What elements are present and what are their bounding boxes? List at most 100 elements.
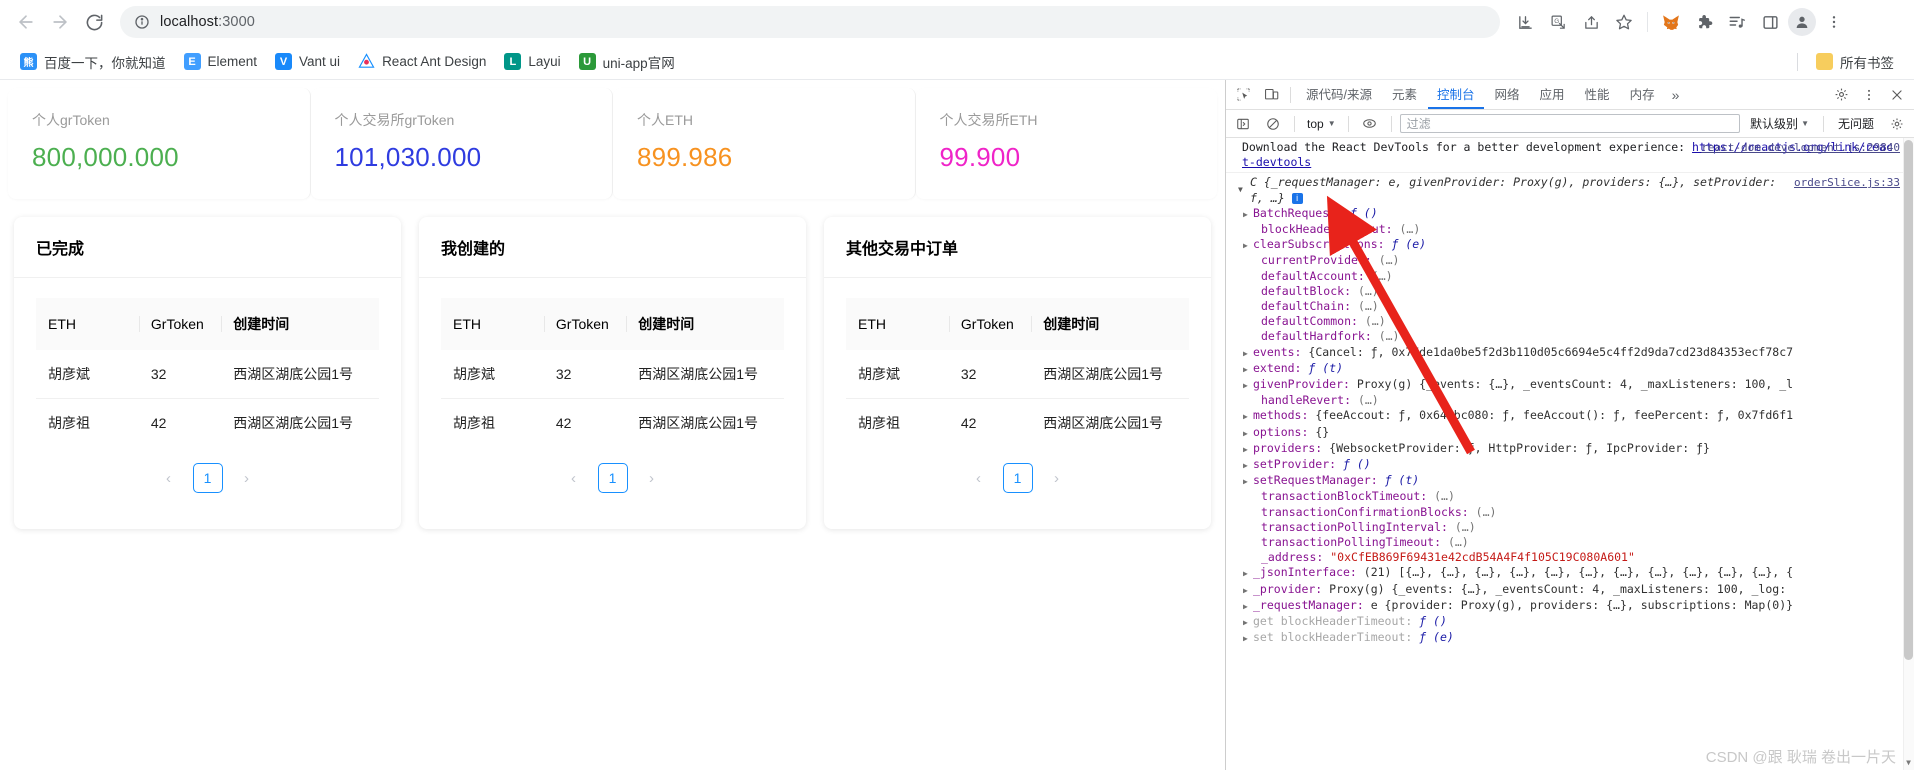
info-badge-icon[interactable]: i	[1291, 192, 1303, 204]
object-property-row[interactable]: ▶ _requestManager: e {provider: Proxy(g),…	[1236, 598, 1904, 614]
chrome-menu-icon[interactable]	[1819, 7, 1849, 37]
object-property-row[interactable]: ▶ _jsonInterface: (21) [{…}, {…}, {…}, {……	[1236, 565, 1904, 581]
devtools-menu-icon[interactable]	[1856, 83, 1882, 107]
pagination-next-button[interactable]: ›	[1043, 464, 1071, 492]
inspect-element-icon[interactable]	[1230, 83, 1256, 107]
bookmark-item-uniapp[interactable]: U uni-app官网	[571, 48, 683, 76]
context-selector-value: top	[1307, 116, 1324, 131]
forward-button[interactable]	[44, 6, 76, 38]
expand-triangle-icon[interactable]: ▶	[1243, 238, 1253, 253]
object-property-row[interactable]: ▶ setProvider: ƒ ()	[1236, 457, 1904, 473]
bookmarks-divider	[1797, 52, 1798, 71]
property-name: handleRevert:	[1261, 393, 1358, 408]
cell-created-time: 西湖区湖底公园1号	[638, 366, 758, 382]
panel-completed: 已完成 ETH GrToken 创建时间 胡彦斌 32 西湖区湖底公园1号 胡彦…	[14, 217, 401, 529]
stat-value: 800,000.000	[32, 142, 179, 172]
console-scrollbar[interactable]: ▲ ▼	[1903, 138, 1914, 770]
pagination-prev-button[interactable]: ‹	[560, 464, 588, 492]
tab-elements[interactable]: 元素	[1383, 81, 1426, 109]
table-row: 胡彦祖 42 西湖区湖底公园1号	[846, 398, 1189, 447]
object-property-row[interactable]: ▶ providers: {WebsocketProvider: ƒ, HttpP…	[1236, 441, 1904, 457]
expand-triangle-icon[interactable]: ▶	[1243, 409, 1253, 424]
close-devtools-icon[interactable]	[1884, 83, 1910, 107]
context-selector[interactable]: top ▼	[1303, 117, 1340, 131]
tab-performance[interactable]: 性能	[1576, 81, 1619, 109]
pagination-next-button[interactable]: ›	[638, 464, 666, 492]
pagination-page-1[interactable]: 1	[597, 463, 628, 493]
live-expression-icon[interactable]	[1357, 112, 1383, 136]
pagination-page-1[interactable]: 1	[192, 463, 223, 493]
download-icon[interactable]	[1510, 7, 1540, 37]
console-output[interactable]: react-dom.development.js:29840 Download …	[1226, 138, 1914, 770]
device-toolbar-icon[interactable]	[1258, 83, 1284, 107]
reload-button[interactable]	[78, 6, 110, 38]
object-property-row[interactable]: ▶ events: {Cancel: ƒ, 0x77de1da0be5f2d3b1…	[1236, 345, 1904, 361]
expand-triangle-icon[interactable]: ▶	[1243, 599, 1253, 614]
table-head: ETH GrToken 创建时间	[846, 298, 1189, 350]
object-property-row[interactable]: ▶ get blockHeaderTimeout: ƒ ()	[1236, 614, 1904, 630]
expand-triangle-icon[interactable]: ▶	[1243, 615, 1253, 630]
side-panel-icon[interactable]	[1755, 7, 1785, 37]
object-property-row[interactable]: ▶ setRequestManager: ƒ (t)	[1236, 473, 1904, 489]
translate-icon[interactable]: G	[1543, 7, 1573, 37]
object-property-row[interactable]: ▶ extend: ƒ (t)	[1236, 361, 1904, 377]
expand-triangle-icon[interactable]: ▶	[1243, 631, 1253, 646]
bookmark-item-baidu[interactable]: 百度一下，你就知道	[12, 48, 174, 76]
expand-triangle-icon[interactable]: ▶	[1243, 207, 1253, 222]
expand-triangle-icon[interactable]: ▶	[1243, 362, 1253, 377]
log-level-selector[interactable]: 默认级别 ▼	[1744, 115, 1815, 132]
expand-triangle-icon[interactable]: ▶	[1243, 378, 1253, 393]
bookmark-item-react-ant-design[interactable]: React Ant Design	[350, 49, 494, 74]
profile-avatar-icon[interactable]	[1788, 8, 1816, 36]
bookmark-star-icon[interactable]	[1609, 7, 1639, 37]
object-property-row[interactable]: ▶ clearSubscriptions: ƒ (e)	[1236, 237, 1904, 253]
more-tabs-icon[interactable]: »	[1666, 87, 1686, 103]
expand-triangle-icon[interactable]: ▶	[1243, 566, 1253, 581]
expand-triangle-icon[interactable]: ▶	[1243, 426, 1253, 441]
object-property-row[interactable]: ▶ options: {}	[1236, 425, 1904, 441]
bookmark-item-vant[interactable]: V Vant ui	[267, 49, 348, 74]
pagination-next-button[interactable]: ›	[233, 464, 261, 492]
tab-console[interactable]: 控制台	[1428, 81, 1484, 109]
bookmark-item-layui[interactable]: L Layui	[496, 49, 568, 74]
object-property-row[interactable]: ▶ set blockHeaderTimeout: ƒ (e)	[1236, 630, 1904, 646]
pagination-prev-button[interactable]: ‹	[965, 464, 993, 492]
expand-triangle-icon[interactable]: ▼	[1238, 182, 1248, 197]
settings-gear-icon[interactable]	[1828, 83, 1854, 107]
share-icon[interactable]	[1576, 7, 1606, 37]
address-bar[interactable]: localhost:3000	[120, 6, 1500, 38]
bookmark-item-element[interactable]: E Element	[176, 49, 266, 74]
expand-triangle-icon[interactable]: ▶	[1243, 583, 1253, 598]
expand-triangle-icon[interactable]: ▶	[1243, 458, 1253, 473]
object-header[interactable]: ▼ C {_requestManager: e, givenProvider: …	[1236, 175, 1904, 205]
object-property-row[interactable]: ▶ BatchRequest: ƒ ()	[1236, 206, 1904, 222]
all-bookmarks-button[interactable]: 所有书签	[1808, 48, 1902, 76]
bookmark-label: Element	[207, 54, 258, 69]
tab-sources[interactable]: 源代码/来源	[1297, 81, 1381, 109]
scrollbar-thumb[interactable]	[1904, 140, 1913, 660]
object-property-row[interactable]: ▶ _provider: Proxy(g) {_events: {…}, _eve…	[1236, 582, 1904, 598]
issues-status[interactable]: 无问题	[1832, 115, 1880, 132]
console-sidebar-icon[interactable]	[1230, 112, 1256, 136]
back-button[interactable]	[10, 6, 42, 38]
console-settings-icon[interactable]	[1884, 112, 1910, 136]
scroll-down-icon[interactable]: ▼	[1904, 755, 1913, 770]
extensions-puzzle-icon[interactable]	[1689, 7, 1719, 37]
metamask-icon[interactable]	[1656, 7, 1686, 37]
console-filter-input[interactable]: 过滤	[1399, 114, 1741, 133]
clear-console-icon[interactable]	[1260, 112, 1286, 136]
object-property-row[interactable]: ▶ givenProvider: Proxy(g) {_events: {…}, …	[1236, 377, 1904, 393]
pagination-page-1[interactable]: 1	[1002, 463, 1033, 493]
expand-triangle-icon[interactable]: ▶	[1243, 346, 1253, 361]
media-list-icon[interactable]	[1722, 7, 1752, 37]
expand-triangle-icon[interactable]: ▶	[1243, 442, 1253, 457]
tab-application[interactable]: 应用	[1531, 81, 1574, 109]
object-property-row[interactable]: ▶ methods: {feeAccout: ƒ, 0x640bc080: ƒ, …	[1236, 408, 1904, 424]
expand-triangle-icon[interactable]: ▶	[1243, 474, 1253, 489]
tab-memory[interactable]: 内存	[1621, 81, 1664, 109]
cell-grtoken: 32	[960, 366, 977, 382]
message-source-link[interactable]: react-dom.development.js:29840	[1701, 140, 1900, 155]
pagination-prev-button[interactable]: ‹	[155, 464, 183, 492]
site-info-icon[interactable]	[134, 14, 150, 30]
tab-network[interactable]: 网络	[1486, 81, 1529, 109]
